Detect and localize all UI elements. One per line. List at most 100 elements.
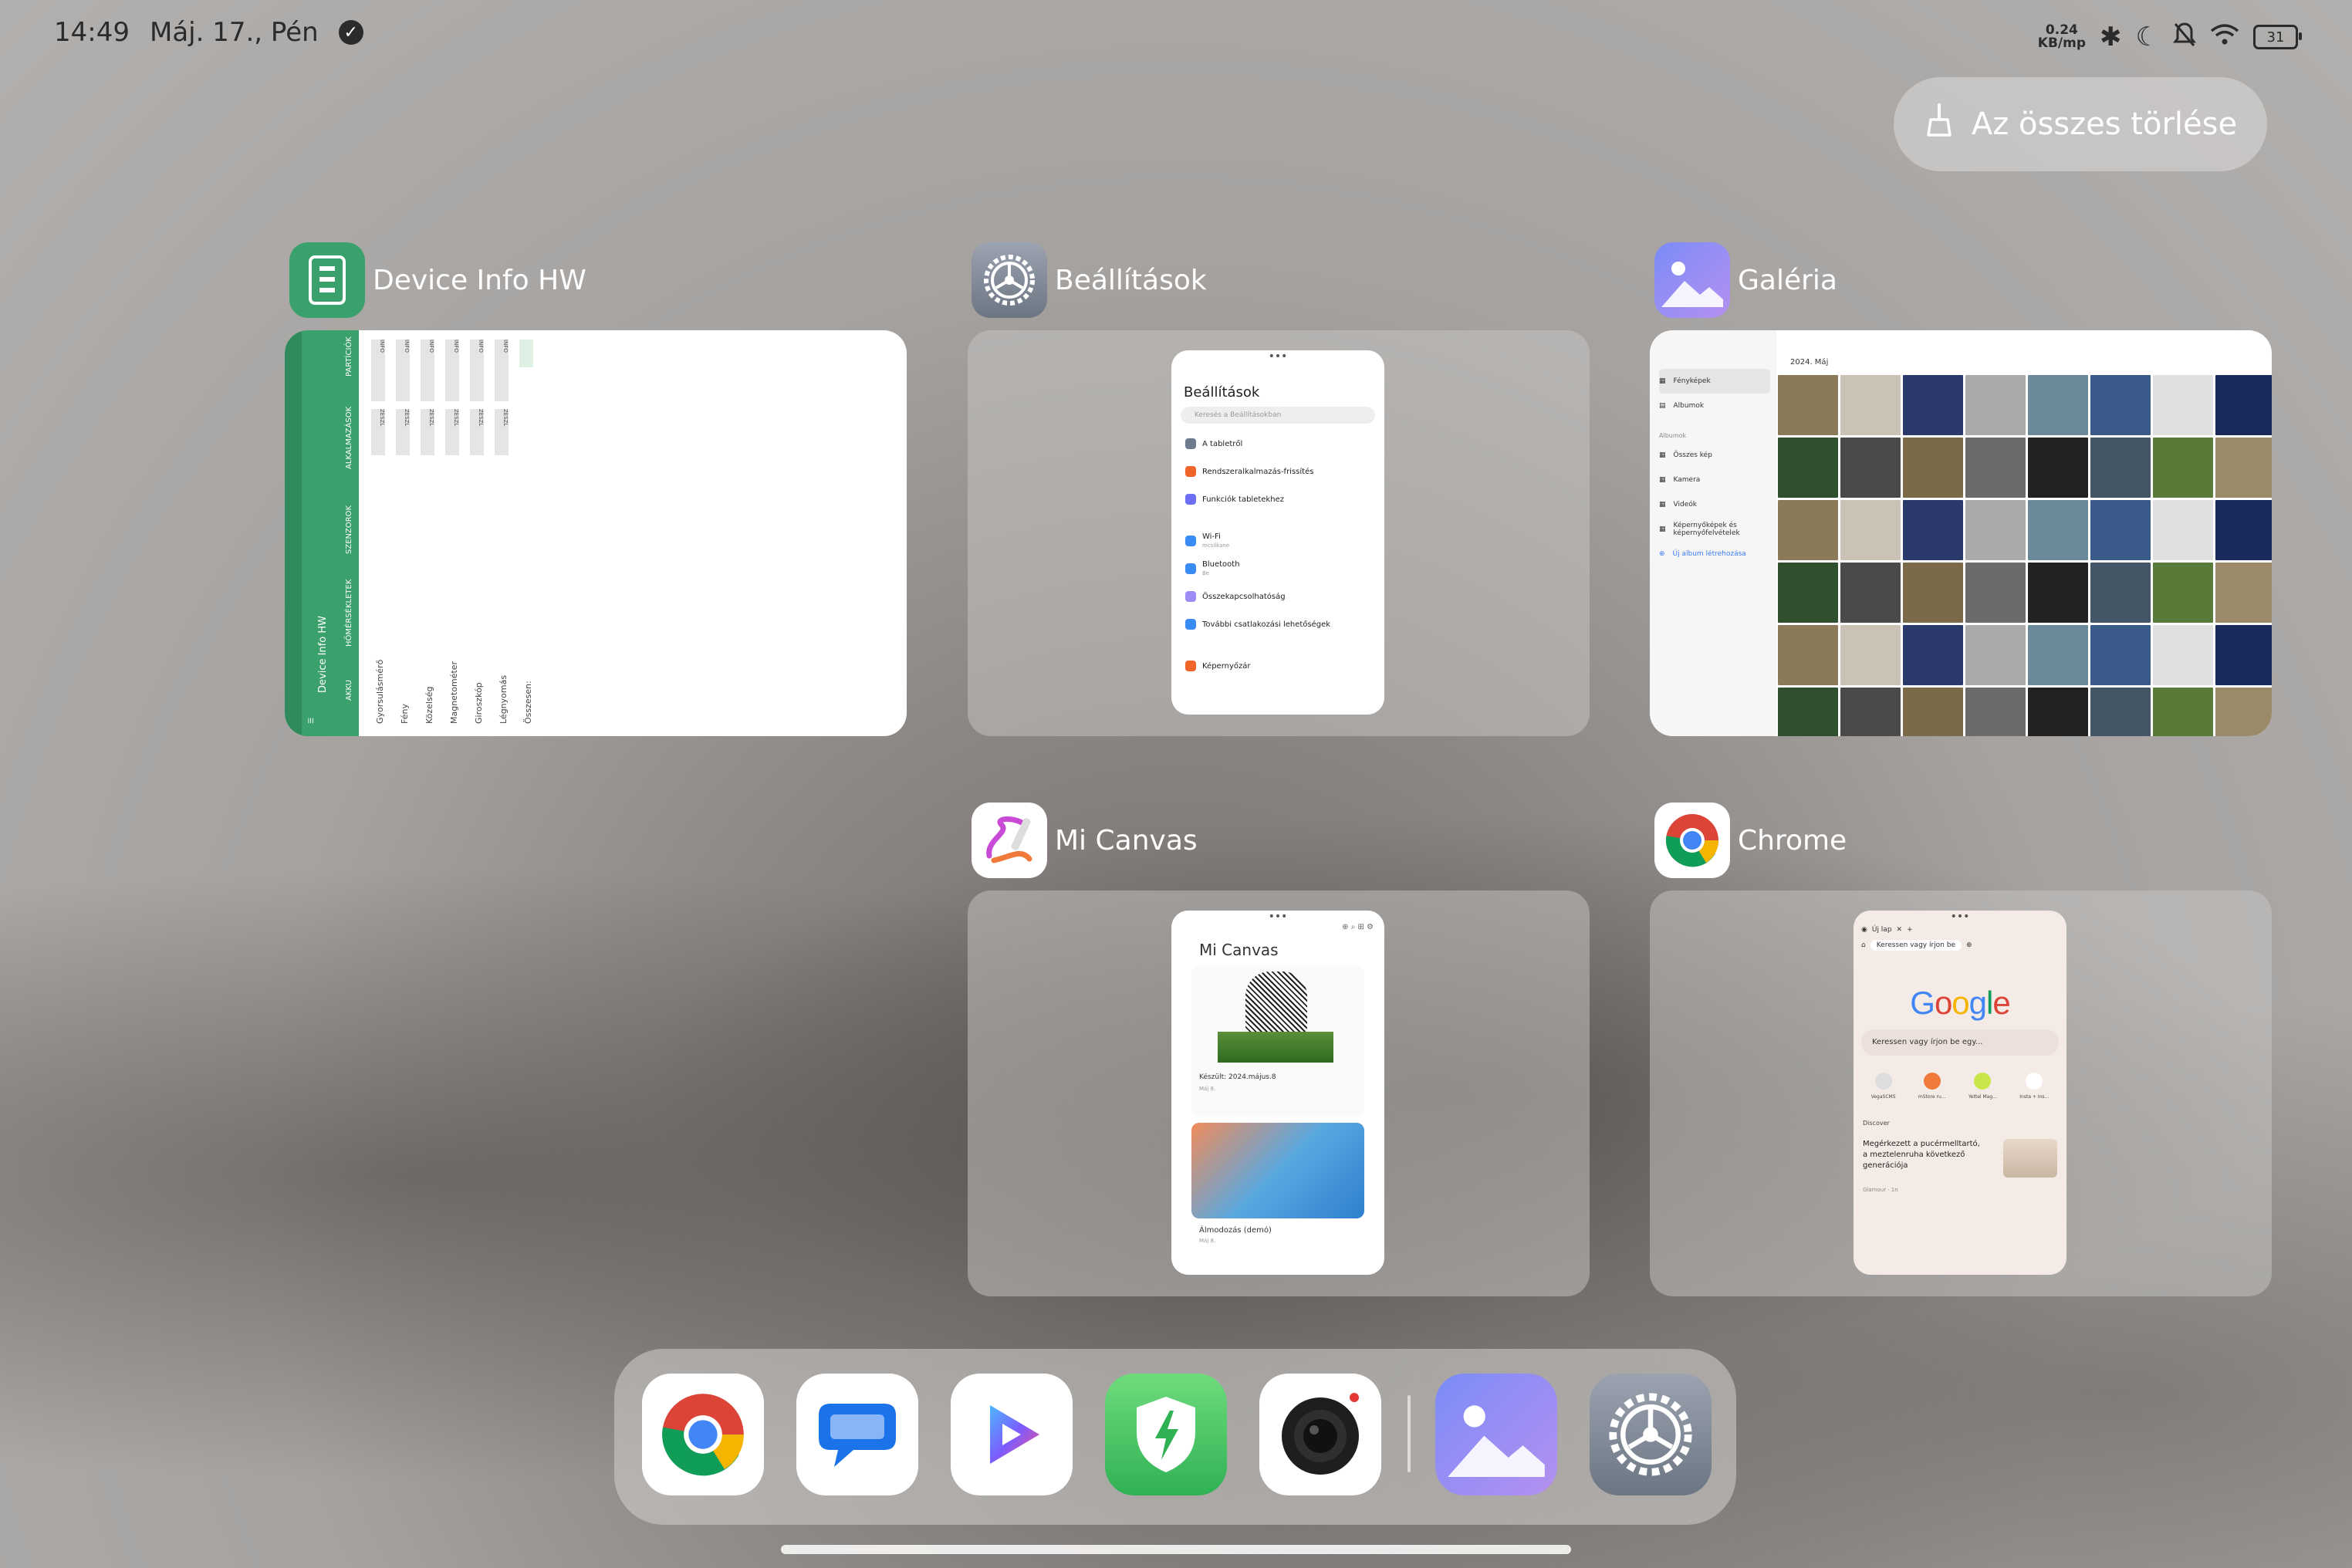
settings-row: Funkciók tabletekhez (1185, 485, 1384, 513)
gallery-thumbnail (1778, 500, 1838, 560)
gallery-new-album: ⊕ Új album létrehozása (1659, 550, 1746, 558)
recent-card-chrome[interactable]: ••• ◉ Új lap ✕ + ⌂ Keressen vagy írjon be ⊕ G… (1650, 890, 2272, 1296)
recent-app-name: Beállítások (1055, 264, 1207, 296)
chrome-omnibox: ⌂ Keressen vagy írjon be ⊕ (1861, 940, 1972, 951)
settings-preview: ••• Beállítások Keresés a Beállításokban… (1171, 350, 1384, 715)
status-time: 14:49 (54, 17, 130, 48)
recent-card-mi-canvas[interactable]: ••• ⊕ ⌕ ⊞ ⚙ Mi Canvas Készült: 2024.máju… (968, 890, 1590, 1296)
dock-camera-icon[interactable] (1259, 1374, 1381, 1495)
gallery-thumbnail (2028, 563, 2088, 623)
recent-header-chrome[interactable]: Chrome (1654, 803, 1847, 878)
check-circle-icon: ✓ (338, 20, 363, 45)
gallery-album: ▦ Videók (1659, 501, 1697, 509)
gallery-thumbnail (2215, 500, 2272, 560)
recent-header-mi-canvas[interactable]: Mi Canvas (972, 803, 1198, 878)
dock-security-icon[interactable] (1105, 1374, 1227, 1495)
settings-row: A tabletről (1185, 430, 1384, 458)
dock-chrome-icon[interactable] (642, 1374, 764, 1495)
info-column: INFO (445, 340, 459, 401)
recent-header-gallery[interactable]: Galéria (1654, 242, 1837, 318)
settings-row: Rendszeralkalmazás-frissítés (1185, 458, 1384, 485)
recent-header-device-info[interactable]: Device Info HW (289, 242, 586, 318)
info-column: ZESZL (421, 409, 434, 455)
settings-gear-icon (972, 242, 1047, 318)
chrome-article: Megérkezett a pucérmelltartó, a meztelen… (1863, 1139, 2057, 1193)
dock-messages-icon[interactable] (796, 1374, 918, 1495)
gallery-album: ▦ Kamera (1659, 476, 1701, 484)
gallery-thumbnail (1840, 375, 1901, 435)
gallery-thumbnail (2153, 500, 2213, 560)
gallery-thumbnail (2215, 563, 2272, 623)
status-date: Máj. 17., Pén (149, 17, 319, 48)
clear-all-label: Az összes törlése (1971, 106, 2238, 142)
gallery-thumbnail (1840, 625, 1901, 685)
gallery-thumbnail (2215, 438, 2272, 498)
gallery-photo-grid (1778, 375, 2272, 736)
device-info-app-title: Device Info HW (317, 616, 329, 693)
gallery-thumbnail (1903, 563, 1963, 623)
gallery-thumbnail (1840, 500, 1901, 560)
recent-header-settings[interactable]: Beállítások (972, 242, 1207, 318)
sensor-item: Közelség (424, 686, 434, 724)
info-column: INFO (371, 340, 385, 401)
wifi-icon (2210, 23, 2239, 51)
gallery-thumbnail (2090, 500, 2151, 560)
tab-homersekletek[interactable]: HŐMÉRSÉKLETEK (345, 580, 353, 647)
dock-gallery-icon[interactable] (1435, 1374, 1557, 1495)
info-column: INFO (396, 340, 410, 401)
note-photo (1218, 1032, 1333, 1063)
settings-row: Bluetooth Be (1185, 555, 1384, 583)
sensor-item: Légnyomás (498, 674, 509, 724)
gallery-thumbnail (2090, 375, 2151, 435)
gallery-album: ▦ Képernyőképek és képernyőfelvételek (1659, 522, 1740, 537)
recent-app-name: Mi Canvas (1055, 824, 1198, 857)
dock-video-player-icon[interactable] (951, 1374, 1073, 1495)
recent-app-name: Device Info HW (373, 264, 586, 296)
clear-all-button[interactable]: Az összes törlése (1894, 77, 2267, 171)
recent-card-settings[interactable]: ••• Beállítások Keresés a Beállításokban… (968, 330, 1590, 736)
settings-row: Összekapcsolhatóság (1185, 583, 1384, 610)
sensor-item: Giroszkóp (474, 682, 484, 724)
dock-separator (1407, 1395, 1411, 1472)
shortcut: Yettel Mag... (1968, 1073, 1997, 1100)
gallery-thumbnail (2090, 438, 2151, 498)
tab-szenzorok[interactable]: SZENZOROK (345, 505, 353, 554)
shortcut: mStore ru... (1918, 1073, 1946, 1100)
gallery-thumbnail (2153, 625, 2213, 685)
home-indicator[interactable] (781, 1545, 1571, 1554)
gallery-thumbnail (2215, 688, 2272, 736)
recent-app-name: Galéria (1738, 264, 1837, 296)
gallery-thumbnail (2028, 688, 2088, 736)
recent-card-device-info[interactable]: ☰ Device Info HW AKKU HŐMÉRSÉKLETEK SZEN… (285, 330, 907, 736)
mi-canvas-preview: ••• ⊕ ⌕ ⊞ ⚙ Mi Canvas Készült: 2024.máju… (1171, 911, 1384, 1275)
mi-canvas-title: Mi Canvas (1199, 941, 1279, 959)
recent-card-gallery[interactable]: ▦ Fényképek ▤ Albumok Albumok ▦ Összes kép … (1650, 330, 2272, 736)
tab-particiok[interactable]: PARTÍCIÓK (345, 336, 353, 377)
chrome-search-box: Keressen vagy írjon be egy... (1861, 1029, 2059, 1056)
gallery-thumbnail (1965, 688, 2026, 736)
device-info-icon (289, 242, 365, 318)
tab-alkalmazasok[interactable]: ALKALMAZÁSOK (345, 407, 353, 469)
menu-icon: ☰ (308, 717, 316, 724)
chrome-preview: ••• ◉ Új lap ✕ + ⌂ Keressen vagy írjon be ⊕ G… (1854, 911, 2066, 1275)
gallery-thumbnail (1840, 438, 1901, 498)
gallery-nav-item: ▦ Fényképek (1659, 369, 1770, 394)
gallery-thumbnail (1840, 563, 1901, 623)
dock-settings-icon[interactable] (1590, 1374, 1712, 1495)
tab-akku[interactable]: AKKU (345, 680, 353, 701)
gallery-nav-item: ▤ Albumok (1659, 402, 1705, 410)
gallery-thumbnail (1840, 688, 1901, 736)
status-bar-right: 0.24 KB/mp ✱ ☾ 31 (2038, 22, 2302, 52)
info-column: INFO (495, 340, 509, 401)
settings-row: Wi-Fi mcsilkane (1185, 527, 1384, 555)
status-bar-left: 14:49 Máj. 17., Pén ✓ (54, 17, 363, 48)
dock (614, 1349, 1736, 1525)
settings-search: Keresés a Beállításokban (1181, 407, 1375, 424)
info-column: INFO (421, 340, 434, 401)
article-thumbnail (2003, 1139, 2057, 1178)
gallery-thumbnail (1778, 563, 1838, 623)
sensor-item: Összesen: (523, 681, 533, 724)
settings-row: Képernyőzár (1185, 652, 1384, 680)
chrome-tab: ◉ Új lap ✕ + (1861, 926, 1913, 934)
gallery-thumbnail (1778, 438, 1838, 498)
